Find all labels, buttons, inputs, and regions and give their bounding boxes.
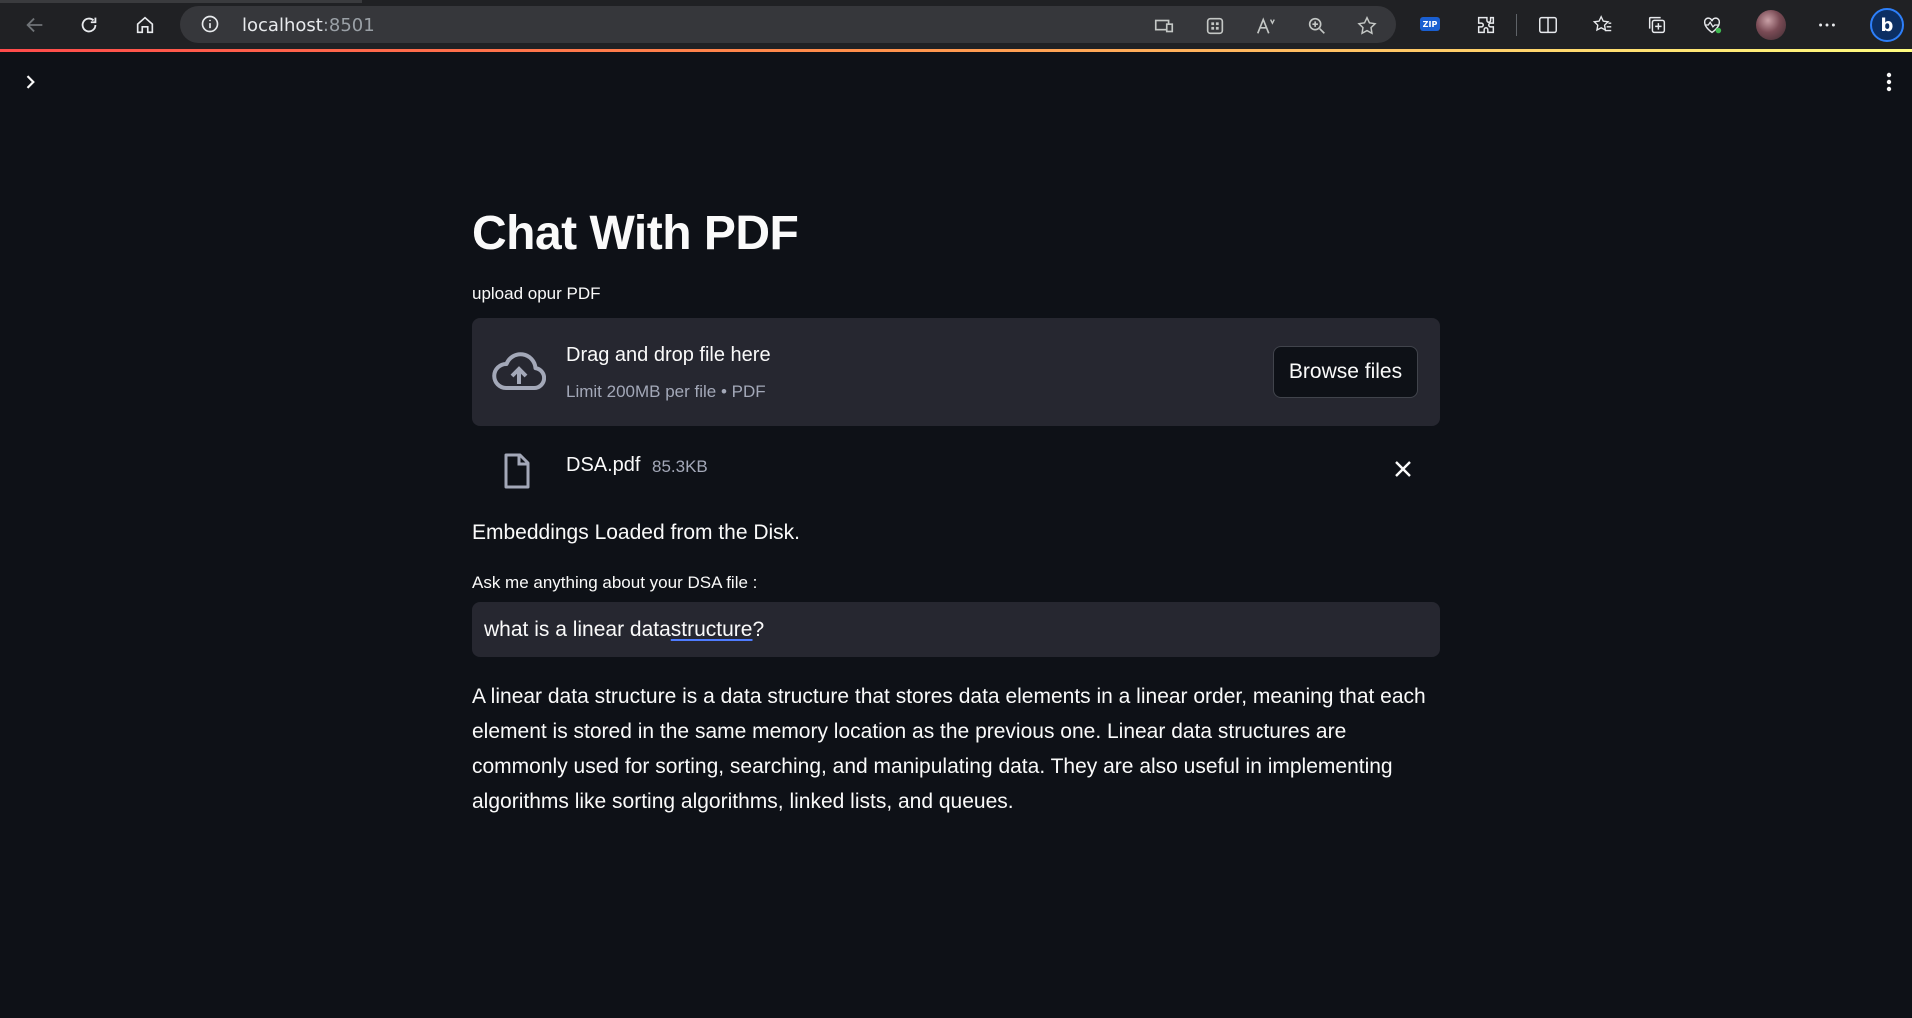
page-title: Chat With PDF [472, 207, 799, 260]
collections-button[interactable] [1644, 12, 1670, 38]
collections-icon [1648, 16, 1666, 34]
uploaded-file-row: DSA.pdf 85.3KB [472, 426, 1440, 510]
home-icon [136, 16, 154, 34]
tab-strip [0, 0, 362, 3]
back-button[interactable] [18, 9, 52, 41]
file-dropzone[interactable]: Drag and drop file here Limit 200MB per … [472, 318, 1440, 426]
cast-icon[interactable] [1153, 15, 1175, 37]
kebab-menu-icon[interactable] [1880, 70, 1898, 94]
extensions-button[interactable] [1473, 12, 1499, 38]
extensions-icon [1477, 16, 1495, 34]
close-icon [1395, 461, 1411, 477]
dropzone-limit-text: Limit 200MB per file • PDF [566, 382, 766, 401]
question-input[interactable]: what is a linear data structure? [472, 602, 1440, 657]
remove-file-button[interactable] [1392, 458, 1414, 480]
main-container: Chat With PDF upload opur PDF Drag and d… [472, 200, 1440, 819]
health-icon [1703, 17, 1722, 34]
favorites-button[interactable] [1590, 12, 1616, 38]
streamlit-decoration-bar [0, 49, 1912, 52]
file-icon [504, 453, 530, 489]
browser-essentials-button[interactable] [1699, 12, 1725, 38]
refresh-icon [81, 17, 97, 33]
question-label: Ask me anything about your DSA file : [472, 573, 758, 592]
dropzone-title: Drag and drop file here [566, 344, 771, 366]
split-screen-button[interactable] [1535, 12, 1561, 38]
favorites-icon [1592, 15, 1612, 32]
upload-label: upload opur PDF [472, 284, 601, 303]
address-bar[interactable]: localhost:8501 [180, 6, 1396, 43]
home-button[interactable] [128, 9, 162, 41]
apps-icon[interactable] [1204, 15, 1226, 37]
favorite-star-icon[interactable] [1356, 15, 1378, 37]
back-icon [26, 17, 43, 33]
zoom-icon[interactable] [1306, 15, 1328, 37]
zip-icon[interactable]: ZIP [1420, 17, 1440, 31]
url-text[interactable]: localhost:8501 [242, 15, 375, 36]
toolbar-separator [1516, 14, 1517, 36]
split-screen-icon [1539, 16, 1557, 34]
profile-avatar[interactable] [1756, 10, 1786, 40]
answer-text: A linear data structure is a data struct… [472, 685, 1426, 813]
more-icon [1819, 23, 1835, 27]
status-text: Embeddings Loaded from the Disk. [472, 521, 801, 544]
browser-toolbar: localhost:8501 ZIP b [0, 0, 1912, 50]
file-size: 85.3KB [652, 457, 708, 476]
cloud-upload-icon [492, 352, 546, 391]
chevron-right-icon[interactable] [20, 72, 40, 92]
bing-copilot-icon[interactable]: b [1870, 8, 1904, 42]
info-icon[interactable] [200, 14, 220, 34]
file-name: DSA.pdf [566, 454, 641, 476]
refresh-button[interactable] [72, 9, 106, 41]
more-button[interactable] [1814, 12, 1840, 38]
browse-files-button[interactable]: Browse files [1273, 346, 1418, 398]
read-aloud-icon[interactable] [1255, 15, 1277, 37]
